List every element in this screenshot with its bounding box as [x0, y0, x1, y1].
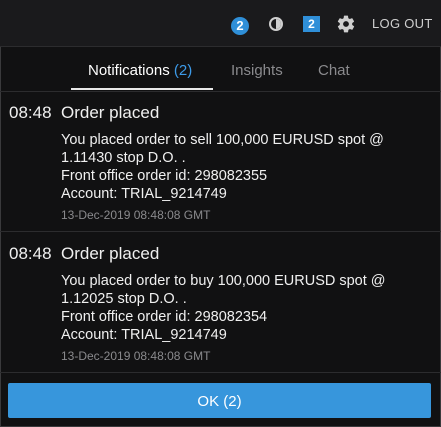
notification-line: 1.11430 stop D.O. . — [61, 150, 186, 166]
divider — [0, 231, 441, 232]
notification-time: 08:48 — [9, 103, 52, 122]
notification-title: Order placed — [61, 244, 160, 263]
top-bar: 2 2 LOG OUT — [0, 0, 441, 47]
notification-line: Front office order id: 298082354 — [61, 309, 268, 325]
notification-timestamp: 13-Dec-2019 08:48:08 GMT — [61, 349, 211, 363]
chat-count-badge[interactable]: 2 — [303, 16, 320, 32]
notification-body: You placed order to sell 100,000 EURUSD … — [61, 131, 431, 203]
notification-line: Account: TRIAL_9214749 — [61, 186, 227, 202]
notification-line: You placed order to sell 100,000 EURUSD … — [61, 132, 384, 148]
tab-notifications[interactable]: Notifications (2) — [88, 62, 192, 79]
notification-timestamp: 13-Dec-2019 08:48:08 GMT — [61, 208, 211, 222]
notification-time: 08:48 — [9, 244, 52, 263]
active-tab-indicator — [71, 88, 213, 90]
contrast-icon[interactable] — [269, 17, 283, 31]
gear-icon[interactable] — [336, 14, 356, 34]
notification-body: You placed order to buy 100,000 EURUSD s… — [61, 272, 431, 344]
notification-title: Order placed — [61, 103, 160, 122]
tab-notifications-count: (2) — [173, 62, 193, 79]
notification-line: You placed order to buy 100,000 EURUSD s… — [61, 273, 386, 289]
divider — [0, 372, 441, 373]
logout-button[interactable]: LOG OUT — [372, 16, 433, 31]
tab-notifications-label: Notifications — [88, 62, 170, 79]
notification-line: Account: TRIAL_9214749 — [61, 327, 227, 343]
notification-count-badge[interactable]: 2 — [231, 17, 249, 35]
tab-bar: Notifications (2) Insights Chat — [0, 47, 441, 92]
notification-line: 1.12025 stop D.O. . — [61, 291, 187, 307]
notification-line: Front office order id: 298082355 — [61, 168, 268, 184]
tab-chat[interactable]: Chat — [318, 62, 350, 79]
ok-button[interactable]: OK (2) — [8, 383, 431, 418]
tab-insights[interactable]: Insights — [231, 62, 283, 79]
